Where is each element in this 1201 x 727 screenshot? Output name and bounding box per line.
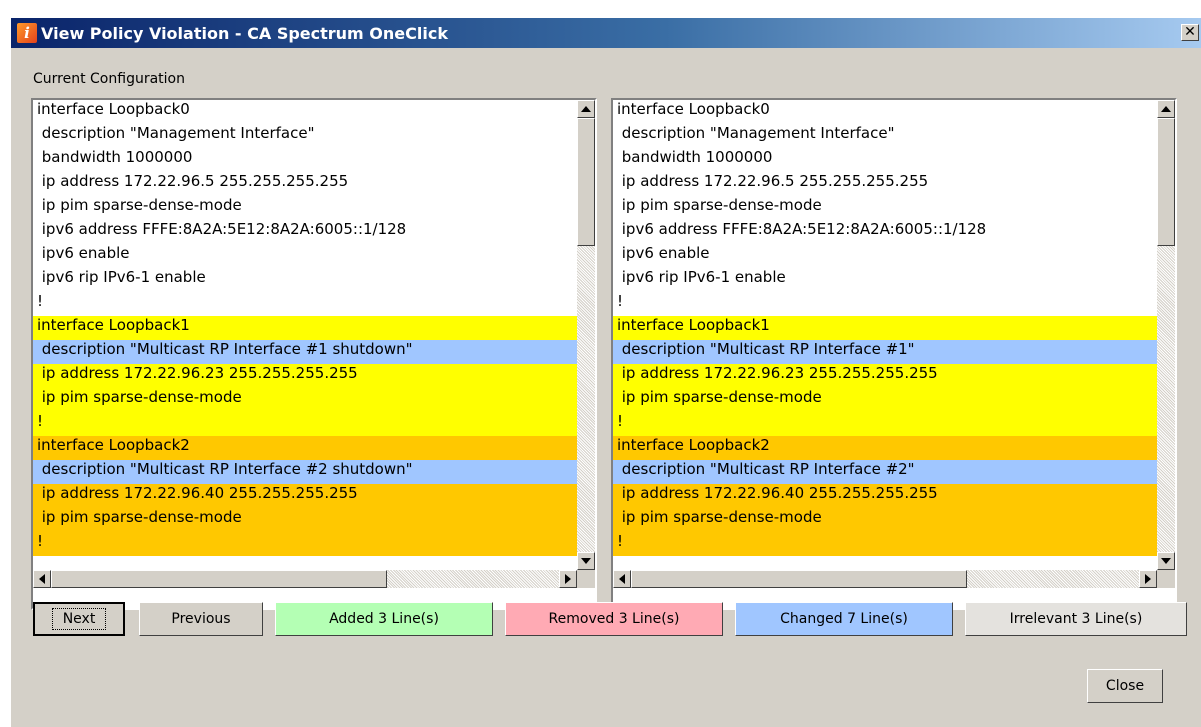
left-config-pane[interactable]: interface Loopback0 description "Managem… xyxy=(31,98,597,610)
scroll-down-arrow-icon xyxy=(581,558,591,564)
config-line: description "Multicast RP Interface #2" xyxy=(613,460,1157,484)
previous-button[interactable]: Previous xyxy=(139,602,263,636)
title-bar[interactable]: i View Policy Violation - CA Spectrum On… xyxy=(11,18,1201,48)
config-line: interface Loopback0 xyxy=(613,100,1157,124)
config-line: ip address 172.22.96.40 255.255.255.255 xyxy=(613,484,1157,508)
config-line: ip address 172.22.96.40 255.255.255.255 xyxy=(33,484,577,508)
config-line: ip address 172.22.96.5 255.255.255.255 xyxy=(33,172,577,196)
left-horizontal-scrollbar[interactable] xyxy=(33,570,577,588)
scroll-corner xyxy=(577,570,595,588)
right-vertical-scrollbar[interactable] xyxy=(1157,100,1175,570)
config-line: ip pim sparse-dense-mode xyxy=(33,196,577,220)
config-line: interface Loopback0 xyxy=(33,100,577,124)
scroll-corner xyxy=(1157,570,1175,588)
removed-lines-button[interactable]: Removed 3 Line(s) xyxy=(505,602,723,636)
config-line: bandwidth 1000000 xyxy=(613,148,1157,172)
config-line: description "Multicast RP Interface #1 s… xyxy=(33,340,577,364)
config-line: description "Management Interface" xyxy=(613,124,1157,148)
config-line: ip pim sparse-dense-mode xyxy=(33,388,577,412)
irrelevant-lines-button[interactable]: Irrelevant 3 Line(s) xyxy=(965,602,1187,636)
left-scroll-right-button[interactable] xyxy=(559,570,577,588)
config-line: ! xyxy=(613,412,1157,436)
left-vertical-scrollbar[interactable] xyxy=(577,100,595,570)
left-scroll-down-button[interactable] xyxy=(577,552,595,570)
config-line: ! xyxy=(613,532,1157,556)
scroll-left-arrow-icon xyxy=(39,574,45,584)
policy-violation-window: i View Policy Violation - CA Spectrum On… xyxy=(10,17,1201,727)
config-line: ! xyxy=(613,292,1157,316)
right-config-pane[interactable]: interface Loopback0 description "Managem… xyxy=(611,98,1177,610)
config-line: interface Loopback2 xyxy=(33,436,577,460)
left-scroll-up-button[interactable] xyxy=(577,100,595,118)
config-line: description "Management Interface" xyxy=(33,124,577,148)
right-scroll-up-button[interactable] xyxy=(1157,100,1175,118)
config-line: ! xyxy=(33,292,577,316)
window-close-icon[interactable]: ✕ xyxy=(1181,24,1199,41)
left-config-text[interactable]: interface Loopback0 description "Managem… xyxy=(33,100,577,570)
config-line: ip pim sparse-dense-mode xyxy=(613,196,1157,220)
config-line: ipv6 enable xyxy=(33,244,577,268)
config-line: ip pim sparse-dense-mode xyxy=(613,508,1157,532)
config-line: ipv6 rip IPv6-1 enable xyxy=(613,268,1157,292)
right-scroll-down-button[interactable] xyxy=(1157,552,1175,570)
config-line: ipv6 enable xyxy=(613,244,1157,268)
config-line: ! xyxy=(33,412,577,436)
window-title: View Policy Violation - CA Spectrum OneC… xyxy=(41,23,448,43)
right-horizontal-scroll-thumb[interactable] xyxy=(631,570,967,588)
changed-lines-button[interactable]: Changed 7 Line(s) xyxy=(735,602,953,636)
config-line: ipv6 address FFFE:8A2A:5E12:8A2A:6005::1… xyxy=(33,220,577,244)
config-line: ip address 172.22.96.23 255.255.255.255 xyxy=(613,364,1157,388)
scroll-up-arrow-icon xyxy=(1161,106,1171,112)
added-lines-button[interactable]: Added 3 Line(s) xyxy=(275,602,493,636)
config-line: ip address 172.22.96.23 255.255.255.255 xyxy=(33,364,577,388)
right-horizontal-scrollbar[interactable] xyxy=(613,570,1157,588)
scroll-right-arrow-icon xyxy=(1145,574,1151,584)
config-line: description "Multicast RP Interface #1" xyxy=(613,340,1157,364)
config-line: interface Loopback2 xyxy=(613,436,1157,460)
right-scroll-left-button[interactable] xyxy=(613,570,631,588)
next-button-label: Next xyxy=(51,608,107,630)
right-scroll-right-button[interactable] xyxy=(1139,570,1157,588)
config-line: ip pim sparse-dense-mode xyxy=(33,508,577,532)
config-line: ip address 172.22.96.5 255.255.255.255 xyxy=(613,172,1157,196)
left-vertical-scroll-thumb[interactable] xyxy=(577,118,595,246)
config-line: interface Loopback1 xyxy=(33,316,577,340)
scroll-right-arrow-icon xyxy=(565,574,571,584)
config-line: ipv6 address FFFE:8A2A:5E12:8A2A:6005::1… xyxy=(613,220,1157,244)
current-configuration-label: Current Configuration xyxy=(33,71,185,87)
left-horizontal-scroll-thumb[interactable] xyxy=(51,570,387,588)
scroll-left-arrow-icon xyxy=(619,574,625,584)
left-scroll-left-button[interactable] xyxy=(33,570,51,588)
right-vertical-scroll-thumb[interactable] xyxy=(1157,118,1175,246)
config-line: bandwidth 1000000 xyxy=(33,148,577,172)
close-button[interactable]: Close xyxy=(1087,669,1163,703)
app-icon: i xyxy=(17,23,37,43)
config-line: description "Multicast RP Interface #2 s… xyxy=(33,460,577,484)
config-line: ipv6 rip IPv6-1 enable xyxy=(33,268,577,292)
config-line: ! xyxy=(33,532,577,556)
right-config-text[interactable]: interface Loopback0 description "Managem… xyxy=(613,100,1157,570)
scroll-down-arrow-icon xyxy=(1161,558,1171,564)
config-line: interface Loopback1 xyxy=(613,316,1157,340)
next-button[interactable]: Next xyxy=(33,602,125,636)
config-line: ip pim sparse-dense-mode xyxy=(613,388,1157,412)
scroll-up-arrow-icon xyxy=(581,106,591,112)
